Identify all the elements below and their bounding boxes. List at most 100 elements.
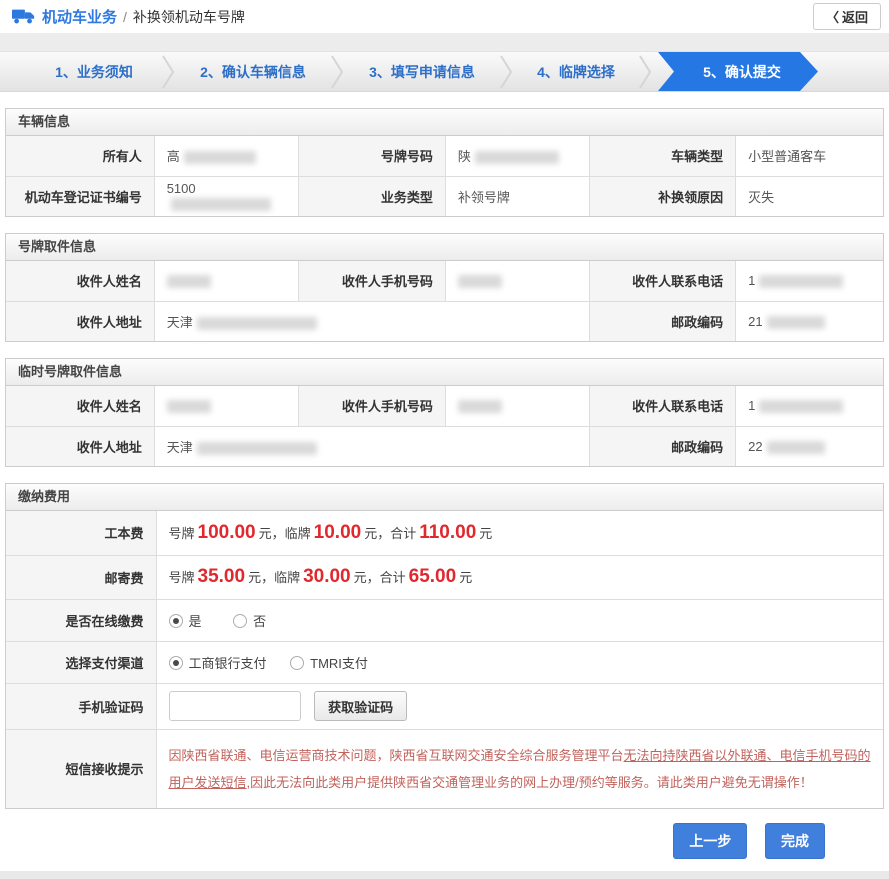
step-separator-icon [500, 52, 513, 91]
recipient-mobile-value [445, 261, 589, 301]
zip-code-label: 邮政编码 [589, 426, 735, 466]
payment-channel-options: 工商银行支付 TMRI支付 [156, 641, 883, 683]
radio-yes-label: 是 [189, 614, 202, 629]
postage-fee-value: 号牌35.00元，临牌30.00元，合计65.00元 [156, 555, 883, 599]
captcha-input[interactable] [169, 691, 301, 721]
step-1-notice: 1、业务须知 [30, 52, 158, 91]
registration-cert-label: 机动车登记证书编号 [6, 176, 154, 216]
vehicle-info-table: 所有人 高 号牌号码 陕 车辆类型 小型普通客车 机动车登记证书编号 5100 … [6, 136, 883, 216]
radio-icbc[interactable] [169, 656, 183, 670]
back-button-label: 返回 [842, 7, 868, 26]
radio-yes[interactable] [169, 614, 183, 628]
channel-icbc-option[interactable]: 工商银行支付 [169, 656, 267, 671]
replace-reason-value: 灭失 [736, 176, 883, 216]
online-payment-label: 是否在线缴费 [6, 599, 156, 641]
recipient-address-label: 收件人地址 [6, 301, 154, 341]
replace-reason-label: 补换领原因 [589, 176, 735, 216]
sms-captcha-row: 获取验证码 [156, 683, 883, 729]
channel-tmri-option[interactable]: TMRI支付 [290, 656, 368, 671]
back-chevron-icon: 〈 [826, 7, 839, 26]
spacer-band [0, 33, 889, 52]
step-separator-icon [639, 52, 652, 91]
recipient-mobile-value [445, 386, 589, 426]
redacted-value [167, 400, 211, 413]
step-separator-icon [331, 52, 344, 91]
online-payment-yes-option[interactable]: 是 [169, 614, 202, 629]
step-4-temp-plate: 4、临牌选择 [517, 52, 635, 91]
fees-table: 工本费 号牌100.00元，临牌10.00元，合计110.00元 邮寄费 号牌3… [6, 511, 883, 808]
payment-channel-label: 选择支付渠道 [6, 641, 156, 683]
step-3-application: 3、填写申请信息 [348, 52, 496, 91]
recipient-phone-value: 1 [736, 261, 883, 301]
breadcrumb-root[interactable]: 机动车业务 [42, 6, 117, 27]
temp-plate-delivery-table: 收件人姓名 收件人手机号码 收件人联系电话 1 收件人地址 天津 邮政编码 22 [6, 386, 883, 466]
postage-fee-label: 邮寄费 [6, 555, 156, 599]
redacted-value [759, 275, 843, 288]
redacted-value [767, 441, 825, 454]
sms-notice-text: 因陕西省联通、电信运营商技术问题，陕西省互联网交通安全综合服务管理平台无法向持陕… [156, 729, 883, 808]
back-button[interactable]: 〈 返回 [813, 3, 881, 30]
recipient-mobile-label: 收件人手机号码 [299, 386, 445, 426]
recipient-phone-value: 1 [736, 386, 883, 426]
breadcrumb-current: 补换领机动车号牌 [133, 7, 245, 27]
recipient-phone-label: 收件人联系电话 [589, 386, 735, 426]
registration-cert-value: 5100 [154, 176, 299, 216]
recipient-name-value [154, 261, 299, 301]
recipient-mobile-label: 收件人手机号码 [299, 261, 445, 301]
recipient-address-label: 收件人地址 [6, 426, 154, 466]
plate-delivery-table: 收件人姓名 收件人手机号码 收件人联系电话 1 收件人地址 天津 邮政编码 21 [6, 261, 883, 341]
wizard-steps: 1、业务须知 2、确认车辆信息 3、填写申请信息 4、临牌选择 5、确认提交 [0, 52, 889, 92]
redacted-value [184, 151, 256, 164]
redacted-value [197, 317, 317, 330]
zip-code-value: 22 [736, 426, 883, 466]
redacted-value [167, 275, 211, 288]
plate-number-value: 陕 [445, 136, 589, 176]
section-plate-delivery: 号牌取件信息 收件人姓名 收件人手机号码 收件人联系电话 1 收件人地址 天津 … [5, 233, 884, 342]
radio-no[interactable] [233, 614, 247, 628]
recipient-phone-label: 收件人联系电话 [589, 261, 735, 301]
sms-captcha-label: 手机验证码 [6, 683, 156, 729]
section-temp-plate-delivery: 临时号牌取件信息 收件人姓名 收件人手机号码 收件人联系电话 1 收件人地址 天… [5, 358, 884, 467]
sms-notice-label: 短信接收提示 [6, 729, 156, 808]
redacted-value [458, 400, 502, 413]
title-bar: 机动车业务 / 补换领机动车号牌 〈 返回 [0, 0, 889, 33]
section-title: 缴纳费用 [6, 484, 883, 511]
online-payment-options: 是 否 [156, 599, 883, 641]
get-captcha-button[interactable]: 获取验证码 [314, 691, 407, 721]
radio-tmri[interactable] [290, 656, 304, 670]
redacted-value [171, 198, 271, 211]
truck-icon [12, 8, 36, 25]
redacted-value [475, 151, 559, 164]
section-fees: 缴纳费用 工本费 号牌100.00元，临牌10.00元，合计110.00元 邮寄… [5, 483, 884, 809]
redacted-value [458, 275, 502, 288]
recipient-name-label: 收件人姓名 [6, 386, 154, 426]
online-payment-no-option[interactable]: 否 [233, 614, 266, 629]
step-5-confirm-submit: 5、确认提交 [658, 52, 818, 91]
zip-code-value: 21 [736, 301, 883, 341]
section-vehicle-info: 车辆信息 所有人 高 号牌号码 陕 车辆类型 小型普通客车 机动车登记证书编号 … [5, 108, 884, 217]
section-title: 临时号牌取件信息 [6, 359, 883, 386]
redacted-value [759, 400, 843, 413]
production-fee-label: 工本费 [6, 511, 156, 555]
vehicle-type-value: 小型普通客车 [736, 136, 883, 176]
previous-step-button[interactable]: 上一步 [673, 823, 747, 859]
vehicle-type-label: 车辆类型 [589, 136, 735, 176]
recipient-address-value: 天津 [154, 301, 589, 341]
business-type-label: 业务类型 [299, 176, 445, 216]
redacted-value [197, 442, 317, 455]
production-fee-value: 号牌100.00元，临牌10.00元，合计110.00元 [156, 511, 883, 555]
business-type-value: 补领号牌 [445, 176, 589, 216]
owner-value: 高 [154, 136, 299, 176]
recipient-name-value [154, 386, 299, 426]
section-title: 车辆信息 [6, 109, 883, 136]
breadcrumb-separator: / [123, 9, 127, 25]
finish-button[interactable]: 完成 [765, 823, 825, 859]
bottom-strip [0, 871, 889, 879]
zip-code-label: 邮政编码 [589, 301, 735, 341]
redacted-value [767, 316, 825, 329]
owner-label: 所有人 [6, 136, 154, 176]
section-title: 号牌取件信息 [6, 234, 883, 261]
recipient-name-label: 收件人姓名 [6, 261, 154, 301]
radio-tmri-label: TMRI支付 [310, 656, 368, 671]
radio-icbc-label: 工商银行支付 [189, 656, 267, 671]
